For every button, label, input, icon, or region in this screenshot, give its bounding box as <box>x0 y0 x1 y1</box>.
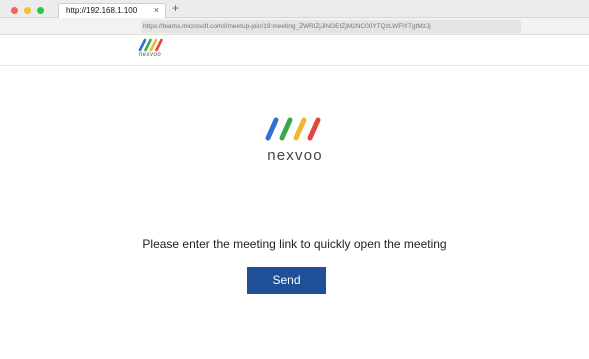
url-input[interactable]: https://teams.microsoft.com/l/meetup-joi… <box>141 20 521 33</box>
nexvoo-stripes-small-icon <box>138 38 163 52</box>
maximize-window-button[interactable] <box>37 7 44 14</box>
minimize-window-button[interactable] <box>24 7 31 14</box>
main-logo: nexvoo <box>251 116 339 165</box>
stripe-blue <box>138 38 147 52</box>
stripe-red <box>155 38 163 52</box>
instruction-text: Please enter the meeting link to quickly… <box>142 237 447 251</box>
tab-close-icon[interactable]: × <box>154 4 159 17</box>
page-header <box>0 36 589 66</box>
address-bar: https://teams.microsoft.com/l/meetup-joi… <box>0 18 589 35</box>
stripe-yellow <box>293 117 307 141</box>
main-logo-text: nexvoo <box>267 147 323 164</box>
stripe-blue <box>265 117 279 141</box>
nexvoo-stripes-icon <box>265 117 321 141</box>
new-tab-icon[interactable]: + <box>172 1 179 16</box>
tab-title: http://192.168.1.100 <box>66 6 138 15</box>
send-button[interactable]: Send <box>247 267 326 294</box>
browser-titlebar: http://192.168.1.100 × + <box>0 0 589 18</box>
stripe-yellow <box>149 38 158 52</box>
close-window-button[interactable] <box>11 7 18 14</box>
header-logo-text: nexvoo <box>138 52 162 58</box>
header-logo: nexvoo <box>137 38 163 59</box>
stripe-green <box>144 38 152 52</box>
browser-tab[interactable]: http://192.168.1.100 × <box>58 3 166 18</box>
stripe-red <box>307 117 321 141</box>
stripe-green <box>279 117 293 141</box>
